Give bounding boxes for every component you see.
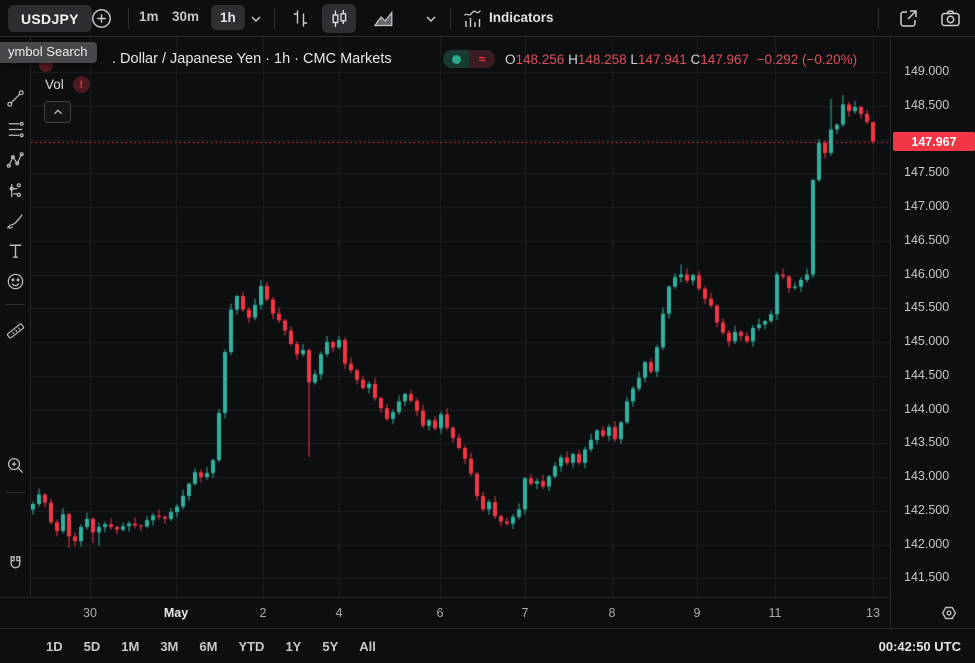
ohlc-readout: O148.256 H148.258 L147.941 C147.967 −0.2… [505,52,857,67]
sidebar-separator [5,492,25,493]
tool-emoji-icon[interactable] [3,269,27,293]
symbol-search-button[interactable]: USDJPY [8,5,92,32]
tool-forecast-icon[interactable] [3,178,27,202]
symbol-legend: . Dollar / Japanese Yen · 1h · CMC Marke… [112,49,392,69]
legend-collapse-button[interactable] [44,101,71,123]
toolbar-separator [274,8,275,29]
tool-zoom-icon[interactable] [3,453,27,477]
price-tick-label: 142.500 [904,503,949,517]
delayed-data-icon: ≈ [469,50,495,68]
date-range-buttons: 1D 5D 1M 3M 6M YTD 1Y 5Y All [0,639,376,654]
utc-clock[interactable]: 00:42:50 UTC [879,639,961,654]
range-button-1M[interactable]: 1M [121,639,139,654]
price-tick-label: 143.000 [904,469,949,483]
price-tick-label: 141.500 [904,570,949,584]
range-button-5D[interactable]: 5D [84,639,101,654]
price-tick-label: 142.000 [904,537,949,551]
tool-brush-icon[interactable] [3,208,27,232]
top-toolbar: USDJPY 1m 30m 1h Indicators [0,0,975,37]
toolbar-separator [128,8,129,29]
interval-chevron-down-icon[interactable] [248,11,271,34]
tool-trendline-icon[interactable] [3,86,27,110]
chart-type-chevron-down-icon[interactable] [423,11,446,34]
time-tick-label: 2 [260,606,267,620]
time-tick-label: 8 [609,606,616,620]
area-chart-type-icon[interactable] [372,7,395,30]
time-tick-label: 30 [83,606,97,620]
snapshot-camera-icon[interactable] [939,7,962,30]
tool-fib-lines-icon[interactable] [3,117,27,141]
time-tick-label: 11 [769,606,782,620]
tool-magnet-icon[interactable] [3,551,27,575]
price-tick-label: 146.500 [904,233,949,247]
toolbar-separator [878,8,879,29]
price-tick-label: 145.000 [904,334,949,348]
time-tick-label: 7 [522,606,529,620]
indicators-icon[interactable] [461,7,484,30]
range-button-3M[interactable]: 3M [160,639,178,654]
time-tick-label: 9 [694,606,701,620]
realtime-dot-icon [452,55,461,64]
sidebar-separator [5,304,25,305]
tool-ruler-icon[interactable] [3,318,27,342]
time-tick-label: 4 [336,606,343,620]
share-icon[interactable] [897,7,920,30]
price-tick-label: 144.500 [904,368,949,382]
range-button-1Y[interactable]: 1Y [285,639,301,654]
volume-study-row: Vol ! [45,76,90,93]
range-button-All[interactable]: All [359,639,376,654]
indicators-button[interactable]: Indicators [489,10,554,25]
change-readout: −0.292 (−0.20%) [757,52,858,67]
realtime-status-segment [443,50,469,68]
drawing-tools-sidebar [0,37,30,628]
price-tick-label: 144.000 [904,402,949,416]
interval-30m-button[interactable]: 30m [172,9,199,24]
compare-add-icon[interactable] [90,7,113,30]
price-tick-label: 149.000 [904,64,949,78]
volume-study-label: Vol [45,77,64,92]
interval-1h-button[interactable]: 1h [211,5,245,30]
price-axis[interactable]: 149.000 148.500 147.500 147.000 146.500 146.0… [890,37,975,628]
price-tick-label: 143.500 [904,435,949,449]
price-tick-label: 147.000 [904,199,949,213]
study-error-icon[interactable]: ! [73,76,90,93]
range-button-6M[interactable]: 6M [199,639,217,654]
axis-settings-gear-icon[interactable] [938,602,960,624]
price-tick-label: 148.500 [904,98,949,112]
symbol-search-tooltip: ymbol Search [0,42,97,63]
toolbar-separator [450,8,451,29]
price-tick-label: 147.500 [904,165,949,179]
time-axis[interactable]: 30 May 2 4 6 7 8 9 11 13 [0,597,890,628]
current-price-label: 147.967 [893,132,975,151]
price-tick-label: 145.500 [904,300,949,314]
symbol-description: . Dollar / Japanese Yen · 1h · CMC Marke… [112,51,392,67]
market-status-toggle[interactable]: ≈ [443,50,495,68]
candles-chart-type-button[interactable] [322,4,356,33]
price-tick-label: 146.000 [904,267,949,281]
range-button-YTD[interactable]: YTD [238,639,264,654]
bars-chart-type-icon[interactable] [289,7,312,30]
time-tick-label: 13 [866,606,880,620]
tool-pattern-icon[interactable] [3,148,27,172]
chevron-up-icon [51,105,65,119]
time-tick-label: 6 [437,606,444,620]
range-button-5Y[interactable]: 5Y [322,639,338,654]
candles-chart-type-icon [328,7,351,30]
interval-1m-button[interactable]: 1m [139,9,159,24]
tradingview-app: USDJPY 1m 30m 1h Indicators [0,0,975,663]
bottom-toolbar: 1D 5D 1M 3M 6M YTD 1Y 5Y All 00:42:50 UTC [0,628,975,663]
candlestick-canvas[interactable] [31,37,890,597]
tool-text-icon[interactable] [3,238,27,262]
range-button-1D[interactable]: 1D [46,639,63,654]
time-tick-label: May [164,606,188,620]
